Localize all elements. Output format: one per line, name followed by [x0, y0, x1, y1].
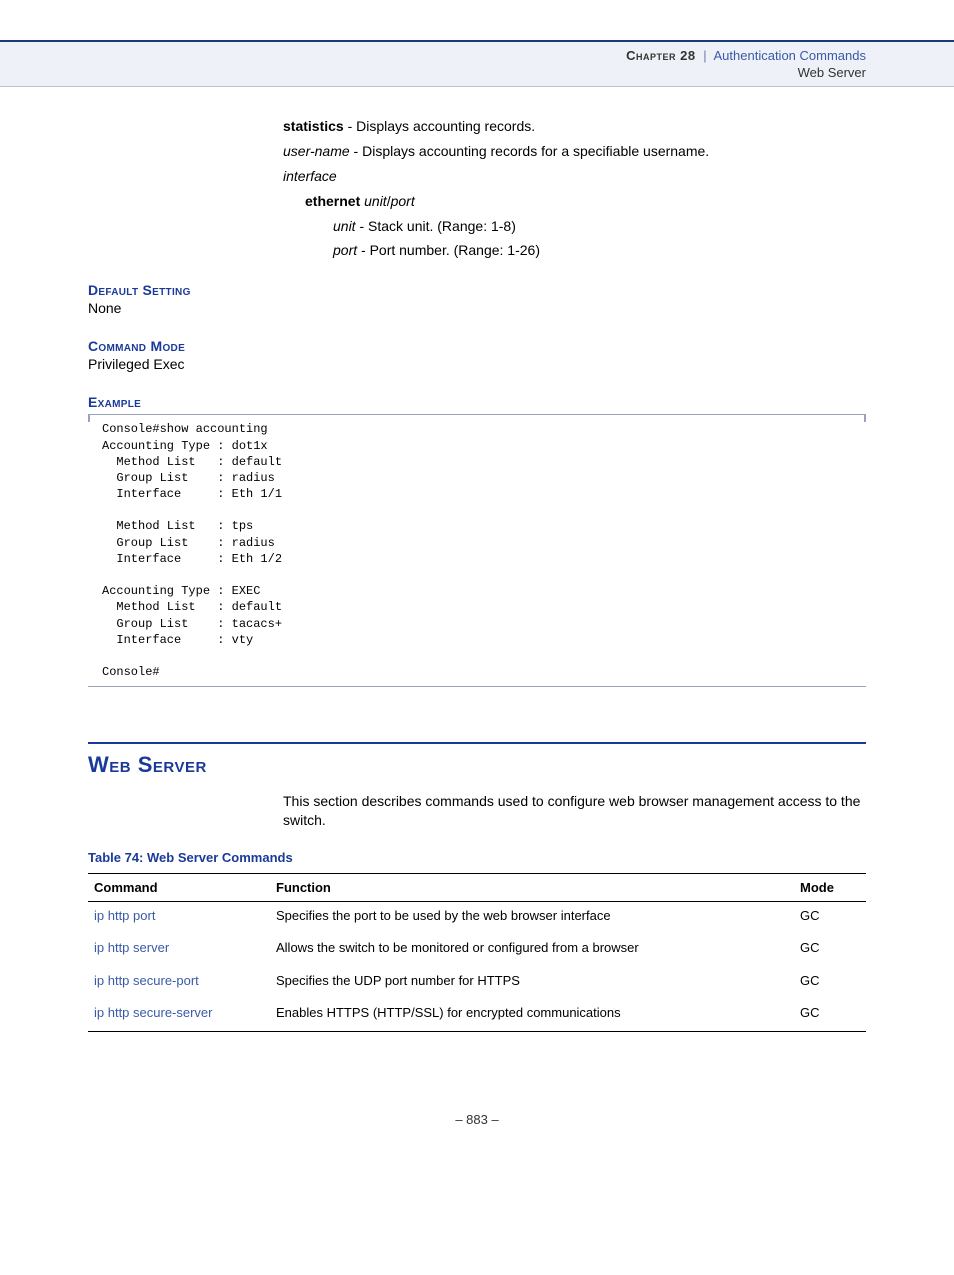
- page-number: – 883 –: [88, 1112, 866, 1167]
- param-port-desc: port - Port number. (Range: 1-26): [333, 241, 866, 260]
- param-unit-desc: unit - Stack unit. (Range: 1-8): [333, 217, 866, 236]
- header-line-1: Chapter 28 | Authentication Commands: [0, 48, 866, 63]
- cmd-link[interactable]: ip http server: [88, 934, 270, 966]
- header-separator: |: [699, 48, 710, 63]
- command-mode-value: Privileged Exec: [88, 356, 866, 372]
- page-header: Chapter 28 | Authentication Commands Web…: [0, 40, 954, 87]
- table-caption: Table 74: Web Server Commands: [88, 850, 866, 865]
- term-user-name: user-name: [283, 143, 350, 159]
- content-area: statistics - Displays accounting records…: [0, 87, 954, 1167]
- cmd-mode: GC: [794, 999, 866, 1032]
- default-setting-heading: Default Setting: [88, 282, 866, 298]
- param-statistics: statistics - Displays accounting records…: [283, 117, 866, 136]
- command-mode-heading: Command Mode: [88, 338, 866, 354]
- term-unit: unit: [364, 193, 387, 209]
- cmd-function: Enables HTTPS (HTTP/SSL) for encrypted c…: [270, 999, 794, 1032]
- example-heading: Example: [88, 394, 866, 410]
- table-row: ip http secure-server Enables HTTPS (HTT…: [88, 999, 866, 1032]
- default-setting-value: None: [88, 300, 866, 316]
- cmd-link[interactable]: ip http port: [88, 902, 270, 935]
- cmd-mode: GC: [794, 967, 866, 999]
- term-ethernet: ethernet: [305, 193, 360, 209]
- param-ethernet: ethernet unit/port: [305, 192, 866, 211]
- table-header-row: Command Function Mode: [88, 874, 866, 902]
- param-interface: interface: [283, 167, 866, 186]
- th-command: Command: [88, 874, 270, 902]
- page: Chapter 28 | Authentication Commands Web…: [0, 40, 954, 1275]
- chapter-label: Chapter 28: [626, 48, 695, 63]
- desc-unit: - Stack unit. (Range: 1-8): [356, 218, 516, 234]
- table-row: ip http server Allows the switch to be m…: [88, 934, 866, 966]
- th-mode: Mode: [794, 874, 866, 902]
- cmd-function: Specifies the port to be used by the web…: [270, 902, 794, 935]
- table-row: ip http port Specifies the port to be us…: [88, 902, 866, 935]
- section-intro: This section describes commands used to …: [283, 792, 866, 830]
- cmd-function: Allows the switch to be monitored or con…: [270, 934, 794, 966]
- header-subtopic: Web Server: [0, 65, 866, 80]
- header-topic: Authentication Commands: [714, 48, 866, 63]
- cmd-link[interactable]: ip http secure-port: [88, 967, 270, 999]
- section-rule: [88, 742, 866, 744]
- cmd-mode: GC: [794, 902, 866, 935]
- desc-port: - Port number. (Range: 1-26): [357, 242, 540, 258]
- th-function: Function: [270, 874, 794, 902]
- example-code-block: Console#show accounting Accounting Type …: [88, 414, 866, 687]
- commands-table: Command Function Mode ip http port Speci…: [88, 873, 866, 1032]
- cmd-mode: GC: [794, 934, 866, 966]
- param-user-name: user-name - Displays accounting records …: [283, 142, 866, 161]
- section-heading: Web Server: [88, 752, 866, 778]
- term-unit-2: unit: [333, 218, 356, 234]
- table-row: ip http secure-port Specifies the UDP po…: [88, 967, 866, 999]
- body-column: statistics - Displays accounting records…: [283, 117, 866, 260]
- cmd-link[interactable]: ip http secure-server: [88, 999, 270, 1032]
- term-statistics: statistics: [283, 118, 344, 134]
- desc-statistics: - Displays accounting records.: [344, 118, 535, 134]
- term-port-2: port: [333, 242, 357, 258]
- example-code: Console#show accounting Accounting Type …: [102, 421, 866, 680]
- desc-user-name: - Displays accounting records for a spec…: [350, 143, 710, 159]
- cmd-function: Specifies the UDP port number for HTTPS: [270, 967, 794, 999]
- term-port: port: [391, 193, 415, 209]
